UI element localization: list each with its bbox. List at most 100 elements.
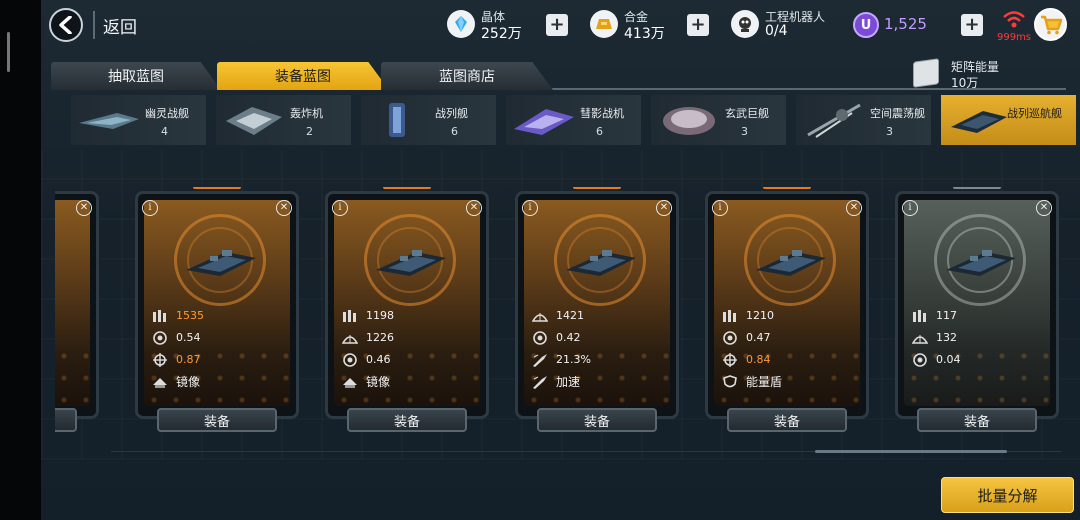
blueprint-card[interactable]: 1421 0.42 21.3% 加速 i ✕ 装备 xyxy=(515,187,679,434)
close-icon[interactable]: ✕ xyxy=(846,200,862,216)
ammo-icon xyxy=(342,308,358,322)
category-space-shock-ship[interactable]: 空间震荡舰 3 xyxy=(796,95,931,145)
alloy-value: 413万 xyxy=(624,26,665,42)
equip-button[interactable]: 装备 xyxy=(537,408,657,432)
shop-cart-button[interactable] xyxy=(1034,8,1067,41)
category-count: 3 xyxy=(741,125,748,138)
rarity-glow xyxy=(193,187,241,189)
tab-blueprint-shop[interactable]: 蓝图商店 xyxy=(381,62,553,90)
stat-value: 0.47 xyxy=(746,330,771,344)
stat-value: 117 xyxy=(936,308,957,322)
shield-icon xyxy=(722,374,738,388)
category-battle-cruiser[interactable]: 战列巡航舰 xyxy=(941,95,1076,145)
tab-equip-blueprint[interactable]: 装备蓝图 xyxy=(217,62,389,90)
close-icon[interactable]: ✕ xyxy=(466,200,482,216)
card-stat: 0.46 xyxy=(342,350,391,368)
network-status: 999ms xyxy=(989,7,1039,43)
battleship-icon xyxy=(389,103,405,137)
card-stat: 0.84 xyxy=(722,350,771,368)
speed-icon xyxy=(152,330,168,345)
equip-button[interactable] xyxy=(55,408,77,432)
category-count: 6 xyxy=(451,125,458,138)
boost-icon xyxy=(532,352,548,367)
category-xuanwu-giant[interactable]: 玄武巨舰 3 xyxy=(651,95,786,145)
blueprint-card[interactable]: 117 132 0.04 i ✕ 装备 xyxy=(895,187,1059,434)
divider xyxy=(93,11,95,39)
card-stat: 0.04 xyxy=(912,350,961,368)
card-stat: 镜像 xyxy=(342,372,390,390)
card-inner: 117 132 0.04 xyxy=(904,200,1050,406)
stat-value: 镜像 xyxy=(176,374,201,389)
category-bomber[interactable]: 轰炸机 2 xyxy=(216,95,351,145)
horizontal-scrollbar[interactable] xyxy=(815,450,1007,453)
matrix-energy: 矩阵能量 10万 xyxy=(913,58,1073,92)
card-frame: 117 132 0.04 i ✕ xyxy=(895,191,1059,419)
close-icon[interactable]: ✕ xyxy=(1036,200,1052,216)
category-ghost-warship[interactable]: 幽灵战舰 4 xyxy=(71,95,206,145)
tab-draw-blueprint[interactable]: 抽取蓝图 xyxy=(51,62,221,90)
info-icon[interactable]: i xyxy=(142,200,158,216)
blueprint-card-partial[interactable]: ✕ xyxy=(55,187,99,434)
card-inner: 1421 0.42 21.3% 加速 xyxy=(524,200,670,406)
stat-value: 0.54 xyxy=(176,330,201,344)
device-bezel xyxy=(0,0,41,520)
equip-button[interactable]: 装备 xyxy=(727,408,847,432)
hex-pattern xyxy=(55,346,90,406)
info-icon[interactable]: i xyxy=(902,200,918,216)
stat-value: 0.46 xyxy=(366,352,391,366)
add-crystal-button[interactable]: + xyxy=(546,14,568,36)
info-icon[interactable]: i xyxy=(522,200,538,216)
equip-button[interactable]: 装备 xyxy=(917,408,1037,432)
stat-value: 能量盾 xyxy=(746,374,783,389)
cart-icon xyxy=(1040,15,1062,34)
stat-value: 加速 xyxy=(556,374,581,389)
blueprint-card-list: ✕ 1535 0.54 0.87 镜像 i ✕ 装备 1198 1226 0.46 镜像 i ✕ 装备 14… xyxy=(55,187,1080,437)
equip-button[interactable]: 装备 xyxy=(347,408,467,432)
category-comet-fighter[interactable]: 彗影战机 6 xyxy=(506,95,641,145)
back-label[interactable]: 返回 xyxy=(103,13,137,38)
card-stat: 1421 xyxy=(531,306,584,324)
robot-icon xyxy=(731,10,759,38)
card-stat: 0.42 xyxy=(532,328,581,346)
card-frame: 1535 0.54 0.87 镜像 i ✕ xyxy=(135,191,299,419)
stat-value: 0.84 xyxy=(746,352,771,366)
back-button[interactable] xyxy=(49,8,83,42)
armor-icon xyxy=(911,330,929,344)
crosshair-icon xyxy=(152,352,168,367)
card-frame: 1198 1226 0.46 镜像 i ✕ xyxy=(325,191,489,419)
card-stat: 1535 xyxy=(152,306,204,324)
game-screen: 返回 晶体 252万 + 合金 413万 + 工程机器人 0/4 U 1,525 xyxy=(41,0,1080,520)
card-frame: 1421 0.42 21.3% 加速 i ✕ xyxy=(515,191,679,419)
blueprint-card[interactable]: 1198 1226 0.46 镜像 i ✕ 装备 xyxy=(325,187,489,434)
info-icon[interactable]: i xyxy=(712,200,728,216)
close-icon[interactable]: ✕ xyxy=(276,200,292,216)
stat-value: 132 xyxy=(936,330,957,344)
category-count: 4 xyxy=(161,125,168,138)
close-icon[interactable]: ✕ xyxy=(76,200,92,216)
add-u-currency-button[interactable]: + xyxy=(961,14,983,36)
add-alloy-button[interactable]: + xyxy=(687,14,709,36)
stat-value: 21.3% xyxy=(556,352,591,366)
card-inner: 1535 0.54 0.87 镜像 xyxy=(144,200,290,406)
close-icon[interactable]: ✕ xyxy=(656,200,672,216)
battle-cruiser-ship-icon xyxy=(756,250,826,276)
bulk-decompose-button[interactable]: 批量分解 xyxy=(941,477,1074,513)
ammo-icon xyxy=(722,308,738,322)
ship-category-bar: 幽灵战舰 4 轰炸机 2 战列舰 6 彗影战机 6 玄武巨舰 3 空间震荡舰 3 xyxy=(71,95,1080,147)
stat-value: 0.04 xyxy=(936,352,961,366)
info-icon[interactable]: i xyxy=(332,200,348,216)
armor-icon xyxy=(531,308,549,322)
blueprint-card[interactable]: 1535 0.54 0.87 镜像 i ✕ 装备 xyxy=(135,187,299,434)
u-currency-icon: U xyxy=(853,12,879,38)
category-battleship[interactable]: 战列舰 6 xyxy=(361,95,496,145)
armor-icon xyxy=(341,330,359,344)
chevron-left-icon xyxy=(59,16,72,34)
stat-value: 1535 xyxy=(176,308,204,322)
category-count: 3 xyxy=(886,125,893,138)
rarity-glow xyxy=(383,187,431,189)
blueprint-card[interactable]: 1210 0.47 0.84 能量盾 i ✕ 装备 xyxy=(705,187,869,434)
equip-button[interactable]: 装备 xyxy=(157,408,277,432)
rarity-glow xyxy=(953,187,1001,189)
card-stat: 1198 xyxy=(342,306,394,324)
battle-cruiser-icon xyxy=(951,111,1007,133)
